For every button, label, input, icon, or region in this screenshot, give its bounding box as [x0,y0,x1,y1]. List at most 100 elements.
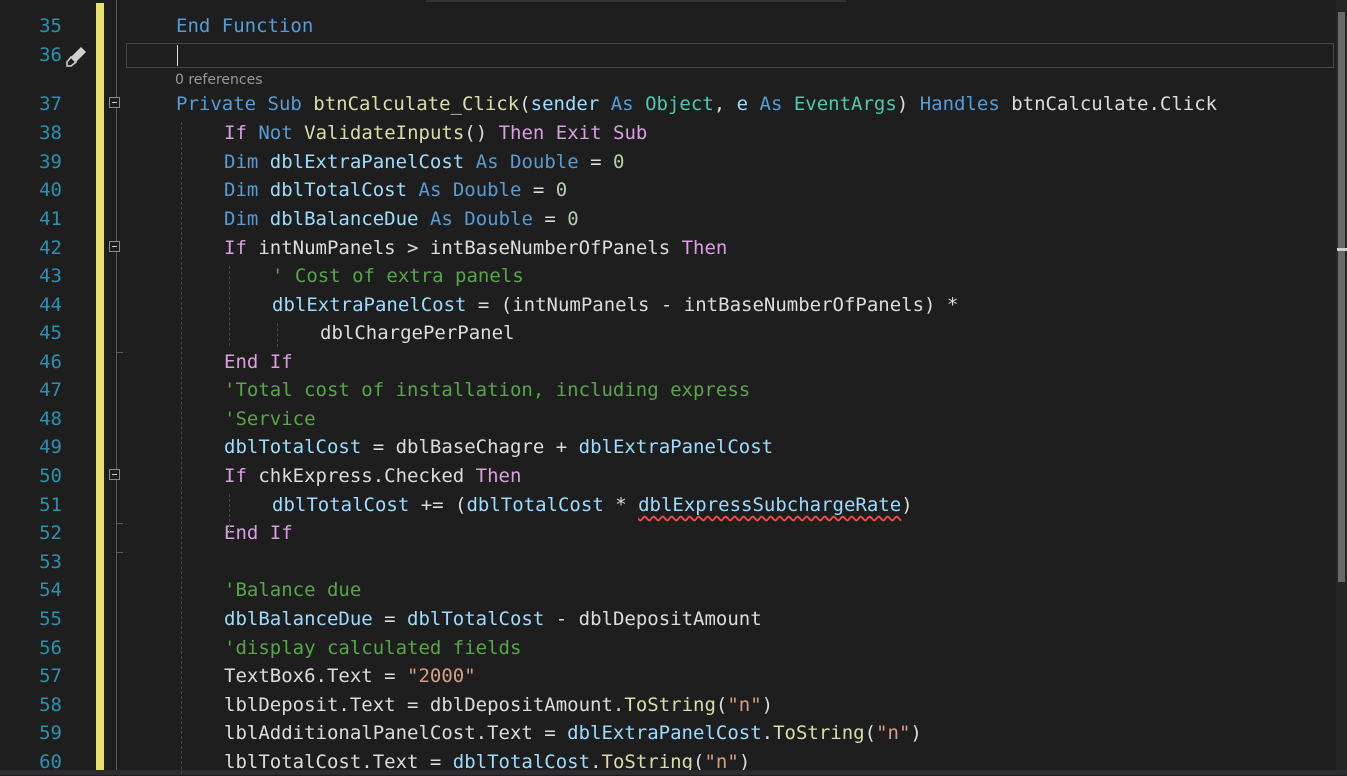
line-number: 43 [39,265,62,287]
code-line[interactable]: 46 End If [0,348,1347,376]
code-token: 0 [555,179,568,201]
code-text[interactable]: End If [224,348,293,376]
code-line[interactable]: 35 End Function [0,12,1347,40]
code-line[interactable]: 42 If intNumPanels > intBaseNumberOfPanel… [0,234,1347,262]
code-text[interactable]: 'display calculated fields [224,634,521,662]
code-text[interactable]: End Function [176,12,313,40]
code-text[interactable]: If chkExpress.Checked Then [224,462,521,490]
line-number: 35 [39,15,62,37]
code-token: sender [530,93,600,115]
code-line[interactable]: 52 End If [0,519,1347,547]
code-token: dblTotalCost [466,494,604,516]
code-token: dblExtraPanelCost [269,151,465,173]
code-line[interactable]: 53 [0,548,1347,576]
code-token: ) [901,494,913,516]
code-token: TextBox6.Text = [224,665,408,687]
code-line[interactable]: 59 lblAdditionalPanelCost.Text = dblExtra… [0,719,1347,747]
code-text[interactable]: lblDeposit.Text = dblDepositAmount.ToStr… [224,691,773,719]
code-token: "2000" [407,665,476,687]
region-end-tick [116,523,123,524]
code-token: dblTotalCost [224,436,362,458]
code-token: . [761,722,774,744]
code-line[interactable]: 50 If chkExpress.Checked Then [0,462,1347,490]
code-line[interactable]: 48 'Service [0,405,1347,433]
line-number: 45 [39,322,62,344]
code-text[interactable]: lblAdditionalPanelCost.Text = dblExtraPa… [224,719,922,747]
code-line[interactable]: 41 Dim dblBalanceDue As Double = 0 [0,205,1347,233]
code-comment: 'Total cost of installation, including e… [224,379,751,401]
code-token: Then Exit Sub [498,122,648,144]
collapse-region-icon[interactable] [109,97,120,108]
code-line[interactable]: 58 lblDeposit.Text = dblDepositAmount.ToS… [0,691,1347,719]
line-number: 51 [39,494,62,516]
code-token: End Function [176,15,314,37]
code-token: dblTotalCost [269,179,408,201]
code-line[interactable]: 56 'display calculated fields [0,634,1347,662]
code-token: dblExtraPanelCost [272,294,467,316]
code-text[interactable]: ' Cost of extra panels [272,262,524,290]
code-text[interactable]: dblExtraPanelCost = (intNumPanels - intB… [272,291,958,319]
code-line[interactable]: 39 Dim dblExtraPanelCost As Double = 0 [0,148,1347,176]
code-comment: 'display calculated fields [224,637,522,659]
code-text[interactable]: 'Balance due [224,576,361,604]
code-token: Then [475,465,522,487]
code-text[interactable]: 'Service [224,405,316,433]
indent-guide [181,122,182,774]
code-token: Not [258,122,293,144]
code-text[interactable]: If intNumPanels > intBaseNumberOfPanels … [224,234,727,262]
code-token: End If [224,351,293,373]
codelens-references[interactable]: 0 references [175,72,263,88]
code-editor[interactable]: 0 references 35 End Function 36 37 Private S… [0,0,1347,775]
line-number: 58 [39,694,62,716]
code-token: lblAdditionalPanelCost.Text = [224,722,568,744]
code-line[interactable]: 57 TextBox6.Text = "2000" [0,662,1347,690]
code-line[interactable]: 49 dblTotalCost = dblBaseChagre + dblExtr… [0,433,1347,461]
code-line[interactable]: 45 dblChargePerPanel [0,319,1347,347]
code-text[interactable]: If Not ValidateInputs() Then Exit Sub [224,119,647,147]
code-text[interactable]: dblBalanceDue = dblTotalCost - dblDeposi… [224,605,762,633]
error-squiggle-token: dblExpressSubchargeRate [638,494,902,516]
code-token: ( [519,93,531,115]
code-line[interactable]: 55 dblBalanceDue = dblTotalCost - dblDepo… [0,605,1347,633]
code-text[interactable]: dblChargePerPanel [320,319,514,347]
code-text[interactable]: dblTotalCost = dblBaseChagre + dblExtraP… [224,433,773,461]
code-token: ToString [773,722,865,744]
scrollbar-thumb[interactable] [1338,12,1345,582]
code-token: 0 [567,208,579,230]
code-text[interactable]: Dim dblBalanceDue As Double = 0 [224,205,579,233]
code-line[interactable]: 54 'Balance due [0,576,1347,604]
code-line[interactable]: 38 If Not ValidateInputs() Then Exit Sub [0,119,1347,147]
code-line[interactable]: 37 Private Sub btnCalculate_Click(sender … [0,90,1347,118]
line-number: 48 [39,408,62,430]
code-line[interactable]: 43 ' Cost of extra panels [0,262,1347,290]
line-number: 40 [39,179,62,201]
code-text[interactable]: TextBox6.Text = "2000" [224,662,476,690]
code-line[interactable]: 40 Dim dblTotalCost As Double = 0 [0,176,1347,204]
code-token: End If [224,522,293,544]
code-token: If [224,122,247,144]
code-token: Object [645,93,714,115]
code-line[interactable]: 44 dblExtraPanelCost = (intNumPanels - in… [0,291,1347,319]
code-line[interactable]: 36 [0,41,1347,69]
code-token: As [610,93,634,115]
code-token: dblTotalCost [407,608,545,630]
code-line[interactable]: 51 dblTotalCost += (dblTotalCost * dblExp… [0,491,1347,519]
line-number: 53 [39,551,62,573]
collapse-region-icon[interactable] [109,469,120,480]
code-text[interactable]: End If [224,519,293,547]
collapse-region-icon[interactable] [109,241,120,252]
code-token: EventArgs [793,93,897,115]
code-text[interactable]: dblTotalCost += (dblTotalCost * dblExpre… [272,491,913,519]
code-text[interactable]: Dim dblExtraPanelCost As Double = 0 [224,148,624,176]
code-line[interactable]: 47 'Total cost of installation, including… [0,376,1347,404]
code-token: dblTotalCost [272,494,410,516]
code-text[interactable]: Dim dblTotalCost As Double = 0 [224,176,567,204]
line-number: 46 [39,351,62,373]
line-number: 52 [39,522,62,544]
code-text[interactable]: 'Total cost of installation, including e… [224,376,750,404]
code-token: () [464,122,499,144]
code-text[interactable]: Private Sub btnCalculate_Click(sender As… [176,90,1217,118]
